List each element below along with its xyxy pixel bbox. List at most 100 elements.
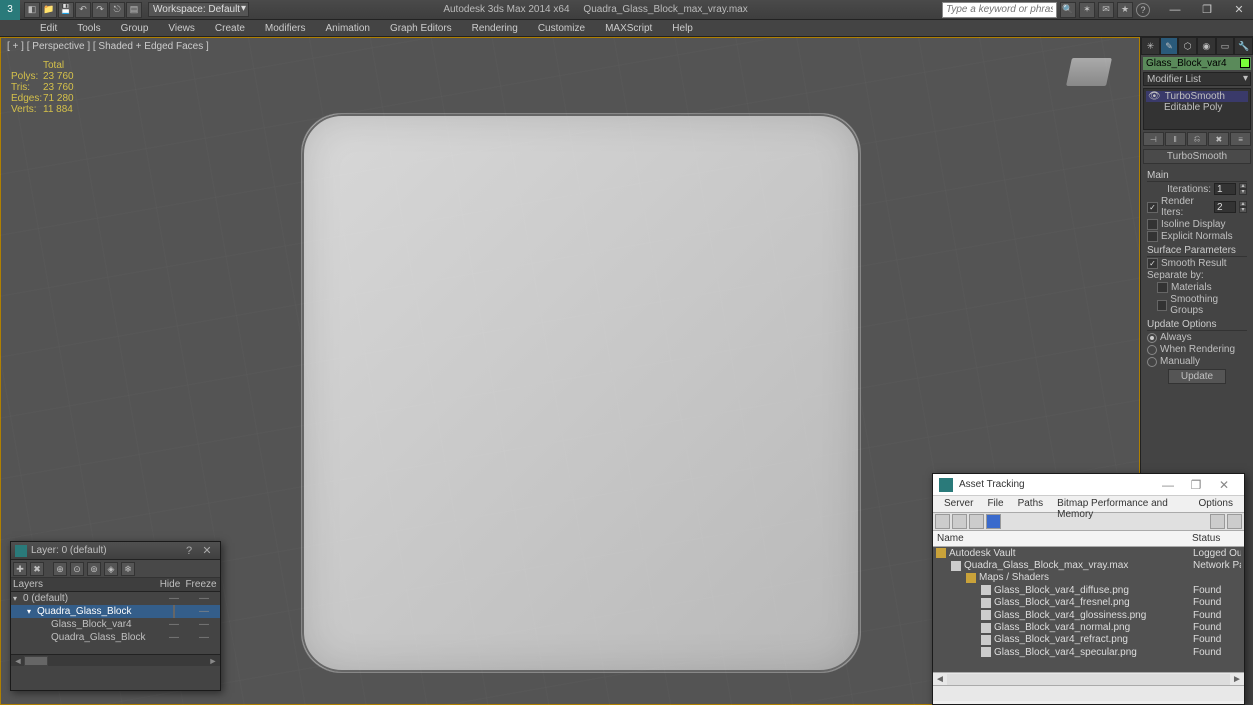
scroll-left-icon[interactable]: ◄	[12, 656, 24, 666]
minimize-button[interactable]: —	[1163, 2, 1187, 18]
qat-link-icon[interactable]: ⎋	[109, 2, 125, 18]
iterations-spin-arrows[interactable]: ▴▾	[1239, 183, 1247, 195]
col-name[interactable]: Name	[937, 533, 1192, 544]
delete-layer-icon[interactable]: ✖	[30, 562, 44, 576]
asset-row[interactable]: Maps / Shaders	[933, 572, 1244, 584]
qat-redo-icon[interactable]: ↷	[92, 2, 108, 18]
menu-modifiers[interactable]: Modifiers	[255, 21, 316, 36]
menu-create[interactable]: Create	[205, 21, 255, 36]
layer-close-button[interactable]: ✕	[198, 544, 216, 557]
rollout-header[interactable]: TurboSmooth	[1143, 149, 1251, 164]
viewcube-icon[interactable]	[1066, 58, 1112, 86]
menu-rendering[interactable]: Rendering	[462, 21, 528, 36]
tab-create-icon[interactable]: ✳	[1141, 37, 1160, 55]
menu-views[interactable]: Views	[158, 21, 205, 36]
layer-hscroll[interactable]: ◄ ►	[11, 654, 220, 666]
col-freeze[interactable]: Freeze	[184, 579, 218, 590]
highlight-selected-icon[interactable]: ⊚	[87, 562, 101, 576]
layer-row[interactable]: ▾0 (default)——	[11, 592, 220, 605]
asset-tracking-dialog[interactable]: Asset Tracking — ❐ ✕ Server File Paths B…	[932, 473, 1245, 705]
viewport-label[interactable]: [ + ] [ Perspective ] [ Shaded + Edged F…	[7, 41, 209, 52]
search-input[interactable]	[942, 2, 1057, 18]
asset-view1-icon[interactable]	[952, 514, 967, 529]
render-iters-checkbox[interactable]	[1147, 202, 1158, 213]
app-icon[interactable]: 3	[0, 0, 20, 20]
asset-settings-icon[interactable]	[1210, 514, 1225, 529]
update-rendering-radio[interactable]	[1147, 345, 1157, 355]
comm-center-icon[interactable]: ✶	[1079, 2, 1095, 18]
menu-animation[interactable]: Animation	[315, 21, 379, 36]
select-highlight-icon[interactable]: ⊙	[70, 562, 84, 576]
asset-help-icon[interactable]	[1227, 514, 1242, 529]
object-name-field[interactable]: Glass_Block_var4	[1143, 57, 1251, 70]
help-icon[interactable]: ?	[1136, 3, 1150, 17]
isoline-checkbox[interactable]	[1147, 219, 1158, 230]
layer-dialog[interactable]: Layer: 0 (default) ? ✕ ✚ ✖ ⊕ ⊙ ⊚ ◈ ❄ Lay…	[10, 541, 221, 691]
qat-save-icon[interactable]: 💾	[58, 2, 74, 18]
qat-open-icon[interactable]: 📁	[41, 2, 57, 18]
asset-dialog-titlebar[interactable]: Asset Tracking — ❐ ✕	[933, 474, 1244, 496]
hide-unhide-icon[interactable]: ◈	[104, 562, 118, 576]
add-selected-icon[interactable]: ⊕	[53, 562, 67, 576]
asset-refresh-icon[interactable]	[935, 514, 950, 529]
tab-display-icon[interactable]: ▭	[1216, 37, 1235, 55]
asset-list[interactable]: Autodesk VaultLogged OutQuadra_Glass_Blo…	[933, 547, 1244, 672]
configure-sets-icon[interactable]: ≡	[1230, 132, 1251, 146]
render-iters-spinner[interactable]: 2	[1214, 201, 1236, 213]
update-always-radio[interactable]	[1147, 333, 1157, 343]
asset-row[interactable]: Autodesk VaultLogged Out	[933, 547, 1244, 559]
col-status[interactable]: Status	[1192, 533, 1240, 544]
qat-new-icon[interactable]: ◧	[24, 2, 40, 18]
layer-help-button[interactable]: ?	[180, 545, 198, 557]
layer-row[interactable]: Quadra_Glass_Block——	[11, 631, 220, 644]
asset-row[interactable]: Glass_Block_var4_specular.pngFound	[933, 646, 1244, 658]
asset-view2-icon[interactable]	[969, 514, 984, 529]
asset-close-button[interactable]: ✕	[1210, 478, 1238, 492]
col-hide[interactable]: Hide	[156, 579, 184, 590]
menu-tools[interactable]: Tools	[67, 21, 110, 36]
asset-view3-icon[interactable]	[986, 514, 1001, 529]
show-end-result-icon[interactable]: ǁ	[1165, 132, 1186, 146]
asset-scroll-track[interactable]	[947, 674, 1230, 685]
asset-scroll-right-icon[interactable]: ►	[1230, 674, 1244, 685]
modifier-stack[interactable]: 👁TurboSmooth Editable Poly	[1143, 88, 1251, 130]
asset-row[interactable]: Glass_Block_var4_fresnel.pngFound	[933, 597, 1244, 609]
pin-stack-icon[interactable]: ⊣	[1143, 132, 1164, 146]
remove-modifier-icon[interactable]: ✖	[1208, 132, 1229, 146]
workspace-selector[interactable]: Workspace: Default	[148, 2, 249, 17]
stack-item-editable-poly[interactable]: Editable Poly	[1146, 102, 1248, 113]
search-icon[interactable]: 🔍	[1060, 2, 1076, 18]
maximize-button[interactable]: ❐	[1195, 2, 1219, 18]
subscribe-icon[interactable]: ✉	[1098, 2, 1114, 18]
object-color-swatch[interactable]	[1240, 58, 1250, 68]
make-unique-icon[interactable]: ⎌	[1187, 132, 1208, 146]
asset-row[interactable]: Glass_Block_var4_refract.pngFound	[933, 634, 1244, 646]
asset-row[interactable]: Quadra_Glass_Block_max_vray.maxNetwork P…	[933, 559, 1244, 571]
layer-row[interactable]: Glass_Block_var4——	[11, 618, 220, 631]
asset-minimize-button[interactable]: —	[1154, 478, 1182, 492]
menu-help[interactable]: Help	[662, 21, 703, 36]
asset-menu-file[interactable]: File	[980, 496, 1010, 512]
layer-dialog-titlebar[interactable]: Layer: 0 (default) ? ✕	[11, 542, 220, 560]
asset-menu-server[interactable]: Server	[937, 496, 980, 512]
col-layers[interactable]: Layers	[13, 579, 156, 590]
layer-row[interactable]: ▾Quadra_Glass_Block—	[11, 605, 220, 618]
smoothing-groups-checkbox[interactable]	[1157, 300, 1167, 311]
smooth-result-checkbox[interactable]	[1147, 258, 1158, 269]
new-layer-icon[interactable]: ✚	[13, 562, 27, 576]
menu-maxscript[interactable]: MAXScript	[595, 21, 662, 36]
menu-group[interactable]: Group	[111, 21, 159, 36]
asset-menu-paths[interactable]: Paths	[1011, 496, 1051, 512]
qat-proj-icon[interactable]: ▤	[126, 2, 142, 18]
qat-undo-icon[interactable]: ↶	[75, 2, 91, 18]
tab-utilities-icon[interactable]: 🔧	[1234, 37, 1253, 55]
scroll-thumb[interactable]	[24, 656, 48, 666]
modifier-list-dropdown[interactable]: Modifier List	[1143, 72, 1251, 86]
asset-maximize-button[interactable]: ❐	[1182, 478, 1210, 492]
asset-row[interactable]: Glass_Block_var4_diffuse.pngFound	[933, 584, 1244, 596]
layer-list[interactable]: ▾0 (default)——▾Quadra_Glass_Block—Glass_…	[11, 592, 220, 654]
menu-grapheditors[interactable]: Graph Editors	[380, 21, 462, 36]
explicit-normals-checkbox[interactable]	[1147, 231, 1158, 242]
materials-checkbox[interactable]	[1157, 282, 1168, 293]
tab-modify-icon[interactable]: ✎	[1160, 37, 1179, 55]
